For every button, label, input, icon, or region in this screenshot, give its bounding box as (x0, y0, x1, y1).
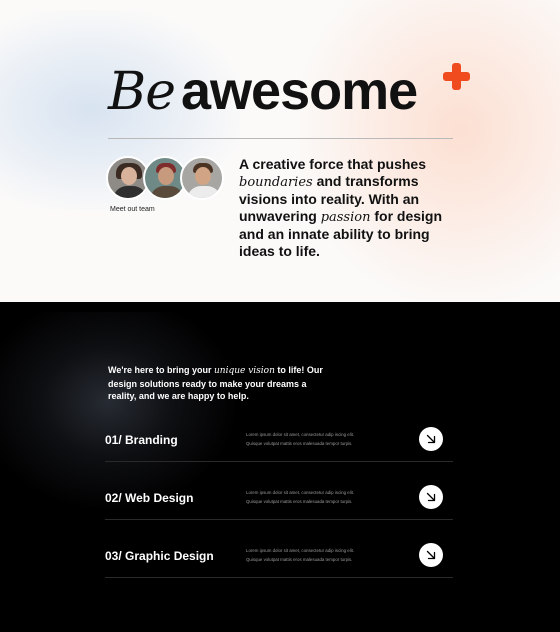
divider (108, 138, 453, 139)
title-word-be: Be (108, 62, 176, 122)
desc-emphasis: boundaries (239, 175, 313, 190)
service-arrow-button[interactable] (419, 427, 443, 451)
services-intro: We're here to bring your unique vision t… (108, 364, 323, 403)
intro-text: We're here to bring your (108, 365, 214, 375)
service-arrow-button[interactable] (419, 543, 443, 567)
arrow-down-right-icon (426, 492, 436, 502)
service-description-line: Lorem ipsum dolor sit amet, consectetur … (246, 548, 355, 553)
title-word-awesome: awesome (181, 61, 418, 121)
service-item-web-design[interactable]: 02/ Web Design Lorem ipsum dolor sit ame… (105, 485, 453, 550)
intro-emphasis: unique vision (214, 366, 275, 376)
service-description: Lorem ipsum dolor sit amet, consectetur … (246, 488, 376, 506)
service-arrow-button[interactable] (419, 485, 443, 509)
hero-section: Be awesome Meet out team A creative force… (0, 0, 560, 302)
plus-icon (443, 63, 470, 90)
desc-emphasis: passion (320, 210, 371, 225)
service-description: Lorem ipsum dolor sit amet, consectetur … (246, 546, 376, 564)
divider (105, 461, 453, 462)
avatar (180, 156, 224, 200)
service-description-line: Lorem ipsum dolor sit amet, consectetur … (246, 432, 355, 437)
service-description-line: Quisque volutpat mattis eros malesuada t… (246, 557, 353, 562)
service-description: Lorem ipsum dolor sit amet, consectetur … (246, 430, 376, 448)
divider (105, 577, 453, 578)
service-title[interactable]: 03/ Graphic Design (105, 549, 214, 563)
services-section: We're here to bring your unique vision t… (0, 302, 560, 632)
desc-text: A creative force that pushes (239, 156, 426, 172)
service-description-line: Quisque volutpat mattis eros malesuada t… (246, 441, 353, 446)
service-description-line: Quisque volutpat mattis eros malesuada t… (246, 499, 353, 504)
team-avatars[interactable] (106, 156, 226, 202)
page-title: Be awesome (108, 61, 418, 121)
team-label: Meet out team (110, 206, 155, 213)
arrow-down-right-icon (426, 434, 436, 444)
arrow-down-right-icon (426, 550, 436, 560)
divider (105, 519, 453, 520)
service-item-graphic-design[interactable]: 03/ Graphic Design Lorem ipsum dolor sit… (105, 543, 453, 608)
service-title[interactable]: 02/ Web Design (105, 491, 193, 505)
hero-description: A creative force that pushes boundaries … (239, 156, 454, 260)
service-item-branding[interactable]: 01/ Branding Lorem ipsum dolor sit amet,… (105, 427, 453, 492)
service-title[interactable]: 01/ Branding (105, 433, 178, 447)
service-description-line: Lorem ipsum dolor sit amet, consectetur … (246, 490, 355, 495)
